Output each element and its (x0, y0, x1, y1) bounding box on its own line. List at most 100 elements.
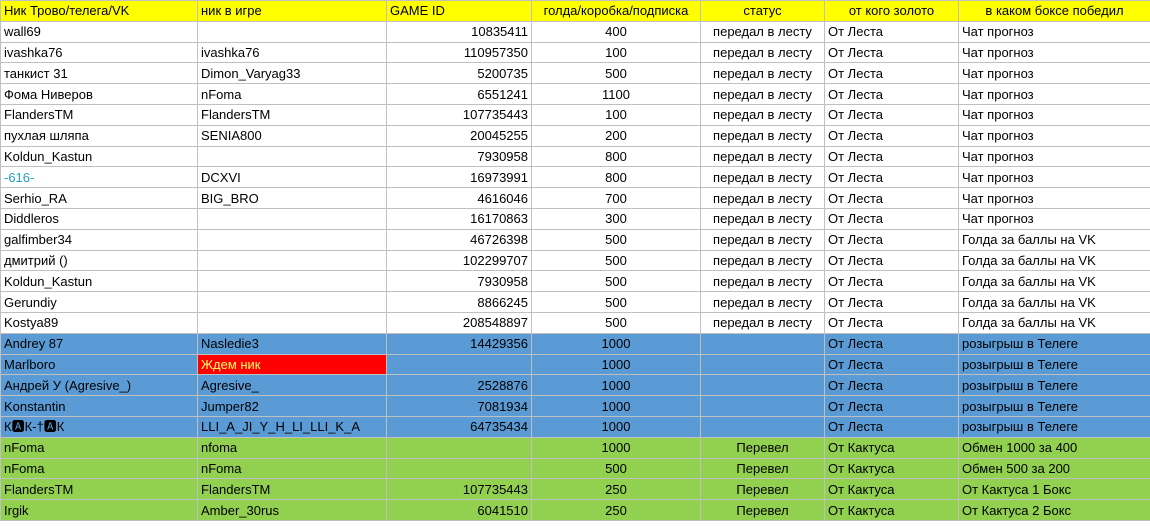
cell-game-nick[interactable] (197, 249, 387, 272)
cell-nick[interactable]: Koldun_Kastun (0, 270, 198, 293)
cell-nick[interactable]: К🅰К-†🅰К (0, 415, 198, 438)
header-cell-game-id[interactable]: GAME ID (386, 0, 532, 22)
cell-nick[interactable]: Diddleros (0, 207, 198, 230)
cell-game-id[interactable]: 2528876 (386, 374, 532, 397)
cell-nick[interactable]: Irgik (0, 499, 198, 521)
cell-status[interactable]: передал в лесту (700, 124, 825, 147)
cell-game-nick[interactable]: Ждем ник (197, 353, 387, 376)
cell-game-nick[interactable]: BIG_BRO (197, 187, 387, 209)
cell-box[interactable]: Чат прогноз (958, 41, 1150, 64)
cell-box[interactable]: Чат прогноз (958, 62, 1150, 85)
cell-game-id[interactable]: 16973991 (386, 166, 532, 189)
cell-game-nick[interactable]: Agresive_ (197, 374, 387, 397)
cell-amount[interactable]: 250 (531, 499, 701, 521)
header-cell-box[interactable]: в каком боксе победил (958, 0, 1150, 22)
cell-box[interactable]: Голда за баллы на VK (958, 249, 1150, 272)
cell-nick[interactable]: galfimber34 (0, 228, 198, 251)
cell-game-id[interactable] (386, 353, 532, 376)
cell-from[interactable]: От Леста (824, 374, 959, 397)
cell-from[interactable]: От Леста (824, 395, 959, 417)
cell-amount[interactable]: 1100 (531, 83, 701, 105)
cell-game-nick[interactable]: SENIA800 (197, 124, 387, 147)
cell-amount[interactable]: 100 (531, 103, 701, 126)
cell-from[interactable]: От Леста (824, 228, 959, 251)
cell-box[interactable]: От Кактуса 2 Бокс (958, 499, 1150, 521)
cell-from[interactable]: От Леста (824, 187, 959, 209)
cell-from[interactable]: От Леста (824, 103, 959, 126)
cell-status[interactable] (700, 332, 825, 355)
cell-nick[interactable]: дмитрий () (0, 249, 198, 272)
cell-amount[interactable]: 500 (531, 270, 701, 293)
cell-status[interactable]: передал в лесту (700, 103, 825, 126)
cell-from[interactable]: От Леста (824, 311, 959, 334)
cell-amount[interactable]: 1000 (531, 332, 701, 355)
cell-status[interactable]: передал в лесту (700, 207, 825, 230)
cell-status[interactable] (700, 353, 825, 376)
cell-amount[interactable]: 1000 (531, 353, 701, 376)
cell-game-id[interactable]: 5200735 (386, 62, 532, 85)
cell-box[interactable]: Чат прогноз (958, 145, 1150, 168)
cell-game-id[interactable]: 208548897 (386, 311, 532, 334)
cell-from[interactable]: От Кактуса (824, 457, 959, 480)
cell-game-nick[interactable]: nfoma (197, 436, 387, 459)
header-cell-amount[interactable]: голда/коробка/подписка (531, 0, 701, 22)
cell-game-nick[interactable] (197, 228, 387, 251)
cell-game-nick[interactable]: ivashka76 (197, 41, 387, 64)
cell-amount[interactable]: 200 (531, 124, 701, 147)
cell-game-nick[interactable]: Amber_30rus (197, 499, 387, 521)
cell-box[interactable]: Голда за баллы на VK (958, 270, 1150, 293)
cell-game-id[interactable]: 6551241 (386, 83, 532, 105)
cell-from[interactable]: От Леста (824, 166, 959, 189)
cell-amount[interactable]: 800 (531, 145, 701, 168)
cell-nick[interactable]: Koldun_Kastun (0, 145, 198, 168)
cell-from[interactable]: От Леста (824, 415, 959, 438)
header-cell-from[interactable]: от кого золото (824, 0, 959, 22)
cell-from[interactable]: От Леста (824, 332, 959, 355)
cell-from[interactable]: От Леста (824, 124, 959, 147)
cell-game-nick[interactable] (197, 20, 387, 43)
cell-game-nick[interactable]: Nasledie3 (197, 332, 387, 355)
cell-from[interactable]: От Леста (824, 291, 959, 313)
cell-box[interactable]: Голда за баллы на VK (958, 311, 1150, 334)
cell-amount[interactable]: 1000 (531, 395, 701, 417)
cell-game-nick[interactable]: DCXVI (197, 166, 387, 189)
cell-game-id[interactable]: 110957350 (386, 41, 532, 64)
cell-box[interactable]: розыгрыш в Телеге (958, 374, 1150, 397)
cell-from[interactable]: От Леста (824, 83, 959, 105)
cell-game-id[interactable]: 64735434 (386, 415, 532, 438)
cell-nick[interactable]: танкист 31 (0, 62, 198, 85)
cell-status[interactable] (700, 374, 825, 397)
cell-game-id[interactable]: 7081934 (386, 395, 532, 417)
cell-box[interactable]: розыгрыш в Телеге (958, 395, 1150, 417)
cell-game-id[interactable] (386, 457, 532, 480)
cell-game-nick[interactable] (197, 207, 387, 230)
cell-nick[interactable]: Andrey 87 (0, 332, 198, 355)
cell-amount[interactable]: 500 (531, 62, 701, 85)
cell-status[interactable] (700, 415, 825, 438)
cell-amount[interactable]: 300 (531, 207, 701, 230)
cell-status[interactable]: передал в лесту (700, 270, 825, 293)
cell-status[interactable]: передал в лесту (700, 62, 825, 85)
cell-game-id[interactable]: 8866245 (386, 291, 532, 313)
cell-amount[interactable]: 800 (531, 166, 701, 189)
cell-from[interactable]: От Леста (824, 145, 959, 168)
header-cell-game-nick[interactable]: ник в игре (197, 0, 387, 22)
cell-nick[interactable]: Serhio_RA (0, 187, 198, 209)
cell-status[interactable]: Перевел (700, 436, 825, 459)
cell-status[interactable]: Перевел (700, 499, 825, 521)
cell-status[interactable]: передал в лесту (700, 291, 825, 313)
cell-game-nick[interactable] (197, 145, 387, 168)
cell-amount[interactable]: 500 (531, 228, 701, 251)
cell-box[interactable]: розыгрыш в Телеге (958, 353, 1150, 376)
cell-box[interactable]: Чат прогноз (958, 20, 1150, 43)
cell-game-id[interactable]: 107735443 (386, 103, 532, 126)
cell-amount[interactable]: 500 (531, 291, 701, 313)
cell-status[interactable]: передал в лесту (700, 228, 825, 251)
cell-from[interactable]: От Леста (824, 270, 959, 293)
cell-from[interactable]: От Леста (824, 41, 959, 64)
cell-amount[interactable]: 1000 (531, 374, 701, 397)
cell-nick[interactable]: Фома Ниверов (0, 83, 198, 105)
cell-game-id[interactable]: 4616046 (386, 187, 532, 209)
cell-nick[interactable]: Konstantin (0, 395, 198, 417)
header-cell-nick[interactable]: Ник Трово/телега/VK (0, 0, 198, 22)
